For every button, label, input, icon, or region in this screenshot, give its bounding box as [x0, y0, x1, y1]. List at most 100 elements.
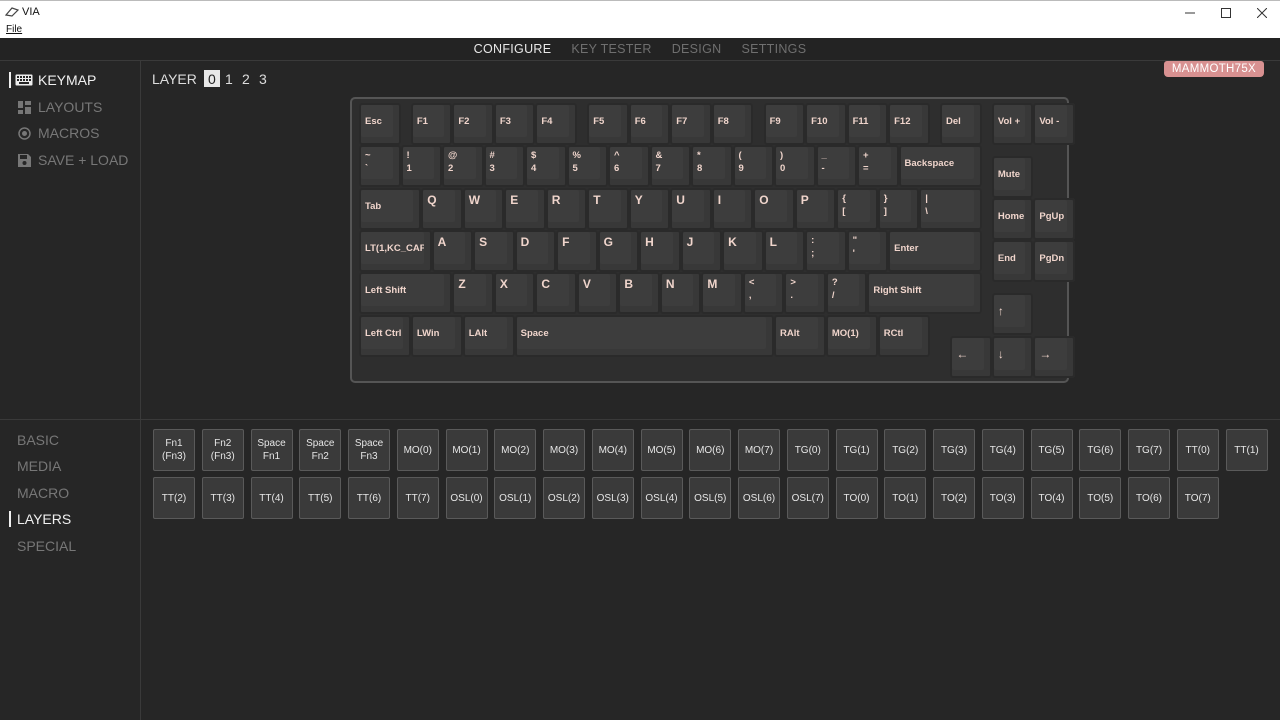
key-r2-k7[interactable]: U — [670, 187, 712, 230]
key-r1-k13[interactable]: Backspace — [898, 145, 982, 188]
keycode-button[interactable]: Space Fn3 — [348, 429, 390, 471]
key-r0-k15[interactable]: Vol - — [1033, 103, 1075, 145]
key-r2-k10[interactable]: P — [794, 187, 837, 230]
maximize-button[interactable] — [1208, 1, 1244, 25]
key-r3-k2[interactable]: S — [473, 229, 515, 272]
key-r0-k4[interactable]: F4 — [535, 103, 577, 145]
keycode-button[interactable]: TT(2) — [153, 477, 195, 519]
keycode-button[interactable]: OSL(5) — [689, 477, 732, 519]
key-r5-k3[interactable]: Space — [514, 314, 774, 357]
key-r2-k9[interactable]: O — [753, 187, 795, 230]
keycode-button[interactable]: Fn2 (Fn3) — [201, 429, 244, 471]
menu-item-save-load[interactable]: SAVE + LOAD — [9, 149, 128, 171]
key-r2-k2[interactable]: W — [462, 187, 505, 230]
keycode-button[interactable]: TT(1) — [1225, 429, 1268, 471]
keycode-button[interactable]: TT(4) — [250, 477, 293, 519]
key-r1-k4[interactable]: $4 — [525, 145, 567, 188]
layer-1-button[interactable]: 1 — [221, 70, 237, 87]
keycode-button[interactable]: TG(7) — [1128, 429, 1170, 471]
key-r3-k12[interactable]: Enter — [888, 229, 982, 272]
key-r3-k6[interactable]: H — [639, 229, 681, 272]
key-r2-k3[interactable]: E — [504, 187, 546, 230]
key-r2-k15[interactable]: PgUp — [1033, 198, 1075, 241]
key-r0-k1[interactable]: F1 — [410, 103, 453, 145]
keycode-button[interactable]: TG(6) — [1079, 429, 1122, 471]
keycode-button[interactable]: MO(1) — [445, 429, 488, 471]
tab-key-tester[interactable]: KEY TESTER — [561, 38, 661, 60]
category-media[interactable]: MEDIA — [9, 456, 61, 476]
key-r2-k0[interactable]: Tab — [359, 187, 422, 230]
key-r0-k12[interactable]: F12 — [888, 103, 930, 145]
keycode-button[interactable]: TO(0) — [835, 477, 878, 519]
keycode-button[interactable]: TT(6) — [348, 477, 390, 519]
keycode-button[interactable]: TT(5) — [299, 477, 342, 519]
key-r0-k2[interactable]: F2 — [452, 103, 494, 145]
key-r4-k4[interactable]: V — [576, 272, 619, 315]
key-r4-k2[interactable]: X — [493, 272, 536, 315]
key-r3-k4[interactable]: F — [556, 229, 598, 272]
key-r1-k7[interactable]: & 7 — [649, 145, 691, 188]
key-r1-k14[interactable]: Mute — [991, 155, 1034, 198]
key-r4-k9[interactable]: >. — [784, 272, 826, 315]
keycode-button[interactable]: TG(0) — [786, 429, 829, 471]
key-r3-k13[interactable]: End — [991, 240, 1034, 283]
key-r4-k1[interactable]: Z — [452, 272, 494, 315]
category-layers[interactable]: LAYERS — [9, 509, 71, 529]
keycode-button[interactable]: TG(5) — [1030, 429, 1073, 471]
key-r3-k0[interactable]: LT(1,KC_CAPS) — [359, 229, 432, 272]
key-r4-k6[interactable]: N — [659, 272, 702, 315]
keycode-button[interactable]: Fn1 (Fn3) — [153, 429, 195, 471]
layer-2-button[interactable]: 2 — [238, 70, 254, 87]
key-r0-k14[interactable]: Vol + — [991, 103, 1034, 145]
key-r1-k2[interactable]: @2 — [442, 145, 484, 188]
key-r5-k5[interactable]: MO(1) — [825, 314, 878, 357]
key-r3-k14[interactable]: PgDn — [1033, 240, 1075, 283]
key-r3-k3[interactable]: D — [514, 229, 557, 272]
key-r0-k8[interactable]: F8 — [711, 103, 754, 145]
keycode-button[interactable]: TO(6) — [1128, 477, 1170, 519]
key-r2-k6[interactable]: Y — [628, 187, 671, 230]
keycode-button[interactable]: OSL(3) — [591, 477, 634, 519]
key-r1-k0[interactable]: ~ ` — [359, 145, 401, 188]
key-r3-k9[interactable]: L — [763, 229, 806, 272]
keycode-button[interactable]: TO(3) — [981, 477, 1024, 519]
keycode-button[interactable]: TT(0) — [1176, 429, 1219, 471]
keycode-button[interactable]: TG(2) — [884, 429, 927, 471]
category-basic[interactable]: BASIC — [9, 430, 59, 450]
key-r4-k8[interactable]: <, — [742, 272, 785, 315]
key-r2-k4[interactable]: R — [545, 187, 588, 230]
menu-item-layouts[interactable]: LAYOUTS — [9, 96, 102, 118]
key-r0-k13[interactable]: Del — [940, 103, 982, 145]
keycode-button[interactable]: TO(1) — [884, 477, 927, 519]
key-r0-k5[interactable]: F5 — [587, 103, 629, 145]
file-menu[interactable]: File — [6, 24, 22, 35]
key-r5-k0[interactable]: Left Ctrl — [359, 314, 411, 357]
keycode-button[interactable]: MO(0) — [396, 429, 439, 471]
category-special[interactable]: SPECIAL — [9, 536, 76, 556]
keycode-button[interactable]: TG(3) — [933, 429, 975, 471]
keycode-button[interactable]: OSL(2) — [543, 477, 585, 519]
key-r2-k11[interactable]: {[ — [836, 187, 878, 230]
key-r1-k11[interactable]: _ - — [815, 145, 857, 188]
key-r5-k7[interactable]: ← — [950, 335, 992, 378]
keycode-button[interactable]: MO(5) — [640, 429, 683, 471]
key-r5-k1[interactable]: LWin — [410, 314, 463, 357]
keycode-button[interactable]: MO(7) — [738, 429, 780, 471]
keycode-button[interactable]: Space Fn2 — [299, 429, 342, 471]
key-r5-k4[interactable]: RAlt — [774, 314, 826, 357]
tab-settings[interactable]: SETTINGS — [731, 38, 816, 60]
keycode-button[interactable]: MO(6) — [689, 429, 732, 471]
key-r2-k1[interactable]: Q — [421, 187, 463, 230]
key-r2-k13[interactable]: | \ — [919, 187, 982, 230]
key-r0-k9[interactable]: F9 — [763, 103, 806, 145]
key-r1-k5[interactable]: % 5 — [566, 145, 608, 188]
layer-3-button[interactable]: 3 — [255, 70, 271, 87]
key-r2-k5[interactable]: T — [587, 187, 629, 230]
layer-0-button[interactable]: 0 — [203, 70, 220, 87]
key-r4-k11[interactable]: Right Shift — [867, 272, 982, 315]
tab-design[interactable]: DESIGN — [662, 38, 732, 60]
key-r3-k8[interactable]: K — [722, 229, 764, 272]
key-r4-k5[interactable]: B — [618, 272, 660, 315]
key-r4-k12[interactable]: ↑ — [991, 293, 1034, 336]
key-r2-k14[interactable]: Home — [991, 198, 1034, 241]
